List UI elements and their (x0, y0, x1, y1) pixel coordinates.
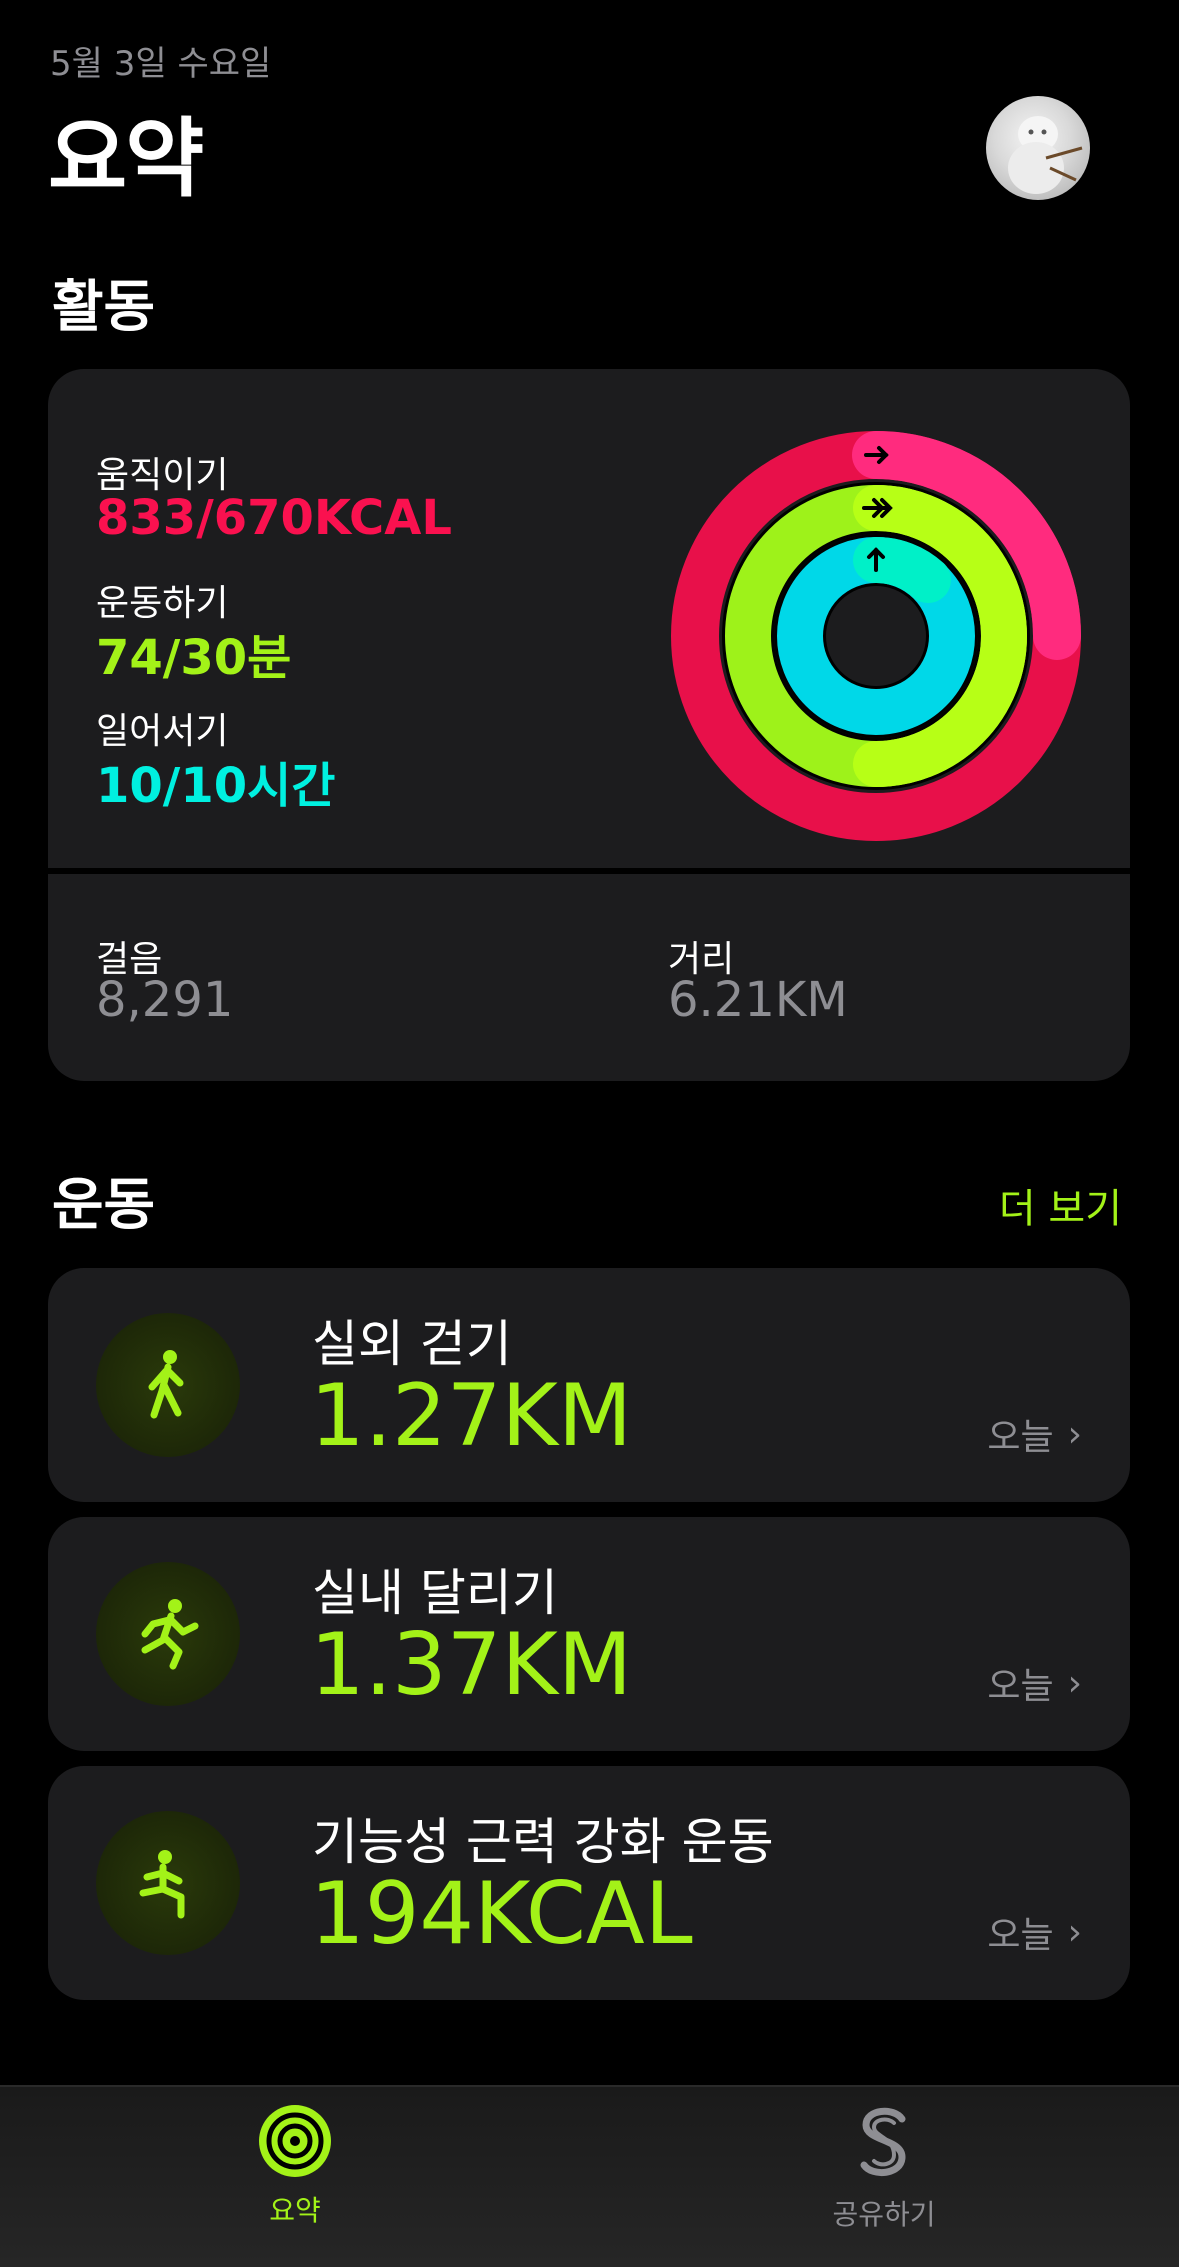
summary-rings-icon (259, 2105, 331, 2177)
workout-card-outdoor-walk[interactable]: 실외 걷기 1.27KM 오늘 › (48, 1268, 1130, 1502)
sharing-icon (860, 2107, 906, 2176)
workout-day-label: 오늘 (987, 1915, 1054, 1956)
stand-value: 10/10시간 (96, 758, 336, 814)
distance-value: 6.21KM (668, 972, 848, 1028)
card-divider (48, 868, 1130, 874)
tab-sharing[interactable]: 공유하기 (734, 2105, 1034, 2233)
steps-value: 8,291 (96, 972, 234, 1028)
date-label: 5월 3일 수요일 (50, 44, 272, 84)
activity-heading: 활동 (52, 275, 156, 340)
workout-value: 194KCAL (310, 1864, 693, 1964)
running-figure-icon (96, 1562, 240, 1706)
workout-value: 1.37KM (310, 1615, 633, 1715)
tab-sharing-label: 공유하기 (832, 2198, 936, 2231)
show-more-link[interactable]: 더 보기 (999, 1176, 1122, 1234)
tab-summary-label: 요약 (269, 2194, 321, 2227)
avatar[interactable] (986, 96, 1090, 200)
workout-date: 오늘 › (987, 1657, 1082, 1709)
workout-card-strength[interactable]: 기능성 근력 강화 운동 194KCAL 오늘 › (48, 1766, 1130, 2000)
workout-card-indoor-run[interactable]: 실내 달리기 1.37KM 오늘 › (48, 1517, 1130, 1751)
workout-day-label: 오늘 (987, 1417, 1054, 1458)
move-value: 833/670KCAL (96, 490, 452, 546)
tab-bar: 요약 공유하기 (0, 2085, 1179, 2267)
chevron-right-icon: › (1067, 1911, 1082, 1953)
page-title: 요약 (48, 109, 204, 209)
workout-day-label: 오늘 (987, 1666, 1054, 1707)
workouts-heading: 운동 (52, 1173, 156, 1238)
tab-summary[interactable]: 요약 (145, 2105, 445, 2229)
workout-date: 오늘 › (987, 1906, 1082, 1958)
strength-figure-icon (96, 1811, 240, 1955)
activity-rings (668, 428, 1084, 844)
walking-figure-icon (96, 1313, 240, 1457)
workout-date: 오늘 › (987, 1408, 1082, 1460)
exercise-value: 74/30분 (96, 630, 292, 686)
workout-value: 1.27KM (310, 1366, 633, 1466)
chevron-right-icon: › (1067, 1662, 1082, 1704)
chevron-right-icon: › (1067, 1413, 1082, 1455)
